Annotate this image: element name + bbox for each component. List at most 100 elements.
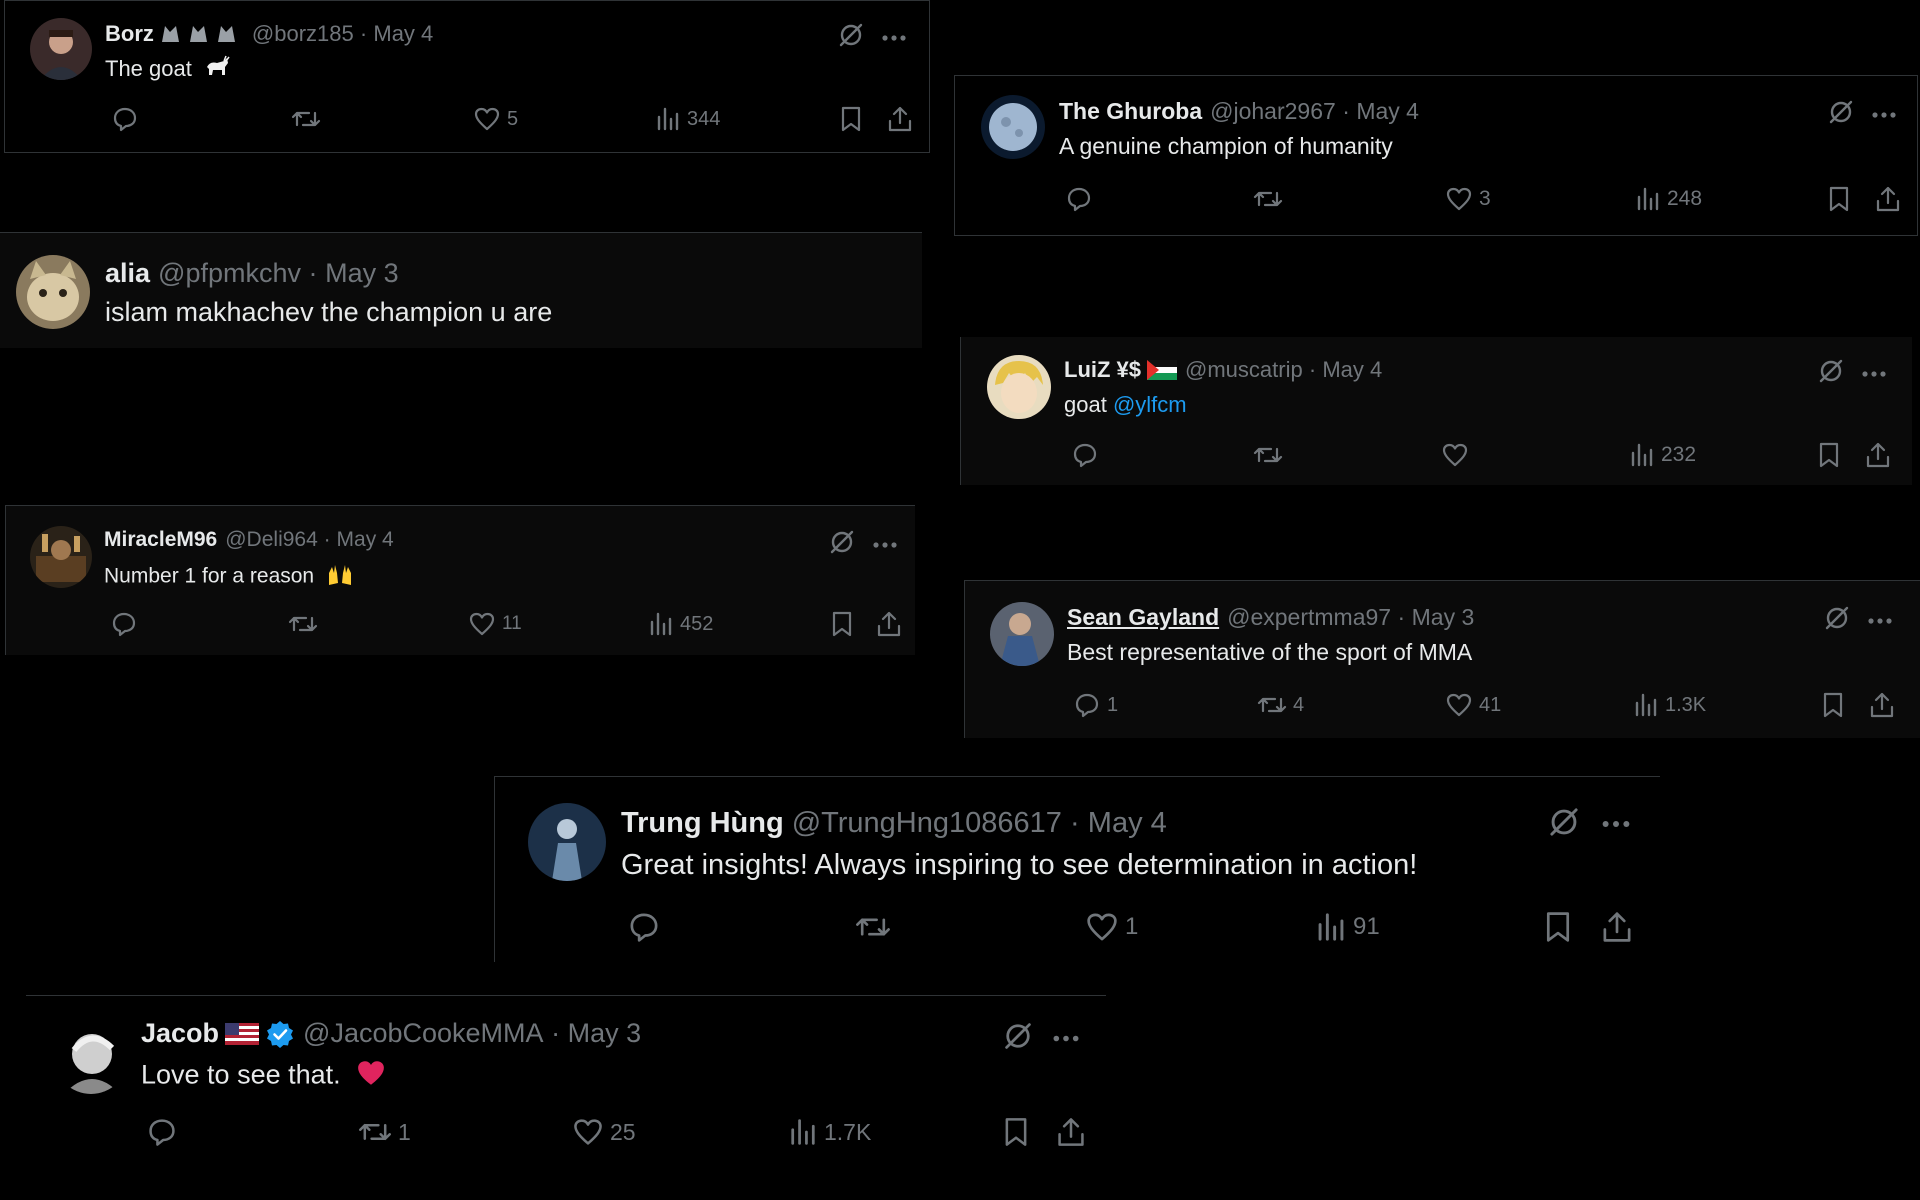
views-button[interactable]: 248	[1629, 185, 1702, 213]
tweet-card[interactable]: Trung Hùng @TrungHng1086617 · May 4 Grea…	[494, 776, 1660, 962]
share-button[interactable]	[1859, 441, 1891, 469]
like-button[interactable]: 3	[1439, 185, 1491, 213]
display-name[interactable]: Borz	[105, 21, 154, 47]
handle[interactable]: @pfpmkchv	[158, 258, 301, 289]
handle[interactable]: @JacobCookeMMA	[303, 1018, 544, 1049]
handle[interactable]: @borz185	[252, 21, 354, 47]
grok-icon[interactable]	[1002, 1020, 1034, 1057]
grok-icon[interactable]	[1817, 357, 1845, 390]
verified-badge-icon[interactable]	[265, 1019, 295, 1049]
mention-link[interactable]: @ylfcm	[1113, 392, 1187, 417]
bookmark-button[interactable]	[996, 1116, 1030, 1148]
display-name[interactable]: Sean Gayland	[1067, 604, 1219, 631]
handle[interactable]: @muscatrip	[1185, 357, 1303, 383]
more-icon[interactable]	[1861, 365, 1887, 383]
grok-icon[interactable]	[1823, 604, 1851, 637]
avatar[interactable]	[987, 355, 1051, 419]
more-icon[interactable]	[1871, 106, 1897, 124]
tweet-card[interactable]: The Ghuroba @johar2967 · May 4 A genuine…	[954, 75, 1918, 236]
avatar[interactable]	[30, 526, 92, 588]
avatar[interactable]	[30, 18, 92, 80]
tweet-card[interactable]: Sean Gayland @expertmma97 · May 3 Best r…	[964, 580, 1920, 738]
display-name[interactable]: The Ghuroba	[1059, 98, 1202, 125]
like-button[interactable]	[1435, 441, 1469, 469]
repost-button[interactable]: 1	[352, 1116, 411, 1148]
repost-button[interactable]: 4	[1251, 691, 1304, 719]
more-icon[interactable]	[872, 536, 898, 554]
reply-button[interactable]	[1059, 185, 1093, 213]
bookmark-button[interactable]	[1537, 910, 1573, 944]
repost-button[interactable]	[849, 910, 891, 944]
views-button[interactable]: 1.7K	[782, 1116, 871, 1148]
repost-icon	[291, 105, 321, 133]
display-name[interactable]: alia	[105, 258, 150, 289]
timestamp[interactable]: May 4	[373, 21, 433, 47]
bookmark-button[interactable]	[1815, 691, 1845, 719]
share-button[interactable]	[1595, 910, 1633, 944]
bookmark-button[interactable]	[824, 610, 854, 638]
timestamp[interactable]: May 4	[1356, 98, 1419, 125]
display-name[interactable]: MiracleM96	[104, 528, 217, 552]
avatar[interactable]	[54, 1020, 128, 1094]
reply-button[interactable]: 1	[1067, 691, 1118, 719]
views-button[interactable]: 232	[1623, 441, 1696, 469]
bookmark-button[interactable]	[1821, 185, 1851, 213]
timestamp[interactable]: May 4	[1322, 357, 1382, 383]
grok-icon[interactable]	[837, 21, 865, 54]
tweet-card[interactable]: Borz @borz185 · May 4 The goat 5 344	[4, 0, 930, 153]
tweet-card[interactable]: alia @pfpmkchv · May 3 islam makhachev t…	[0, 232, 922, 348]
like-button[interactable]: 41	[1439, 691, 1501, 719]
reply-button[interactable]	[1065, 441, 1099, 469]
handle[interactable]: @expertmma97	[1227, 604, 1391, 631]
share-button[interactable]	[1869, 185, 1901, 213]
handle[interactable]: @TrungHng1086617	[792, 807, 1062, 840]
more-icon[interactable]	[1052, 1030, 1080, 1048]
display-name[interactable]: Jacob	[141, 1018, 219, 1049]
avatar[interactable]	[528, 803, 606, 881]
tweet-card[interactable]: Jacob @JacobCookeMMA · May 3 Love to see…	[26, 995, 1106, 1195]
timestamp[interactable]: May 3	[568, 1018, 642, 1049]
handle[interactable]: @johar2967	[1210, 98, 1336, 125]
tweet-card[interactable]: LuiZ ¥$ @muscatrip · May 4 goat @ylfcm 2…	[960, 337, 1912, 485]
repost-button[interactable]	[282, 610, 318, 638]
like-button[interactable]: 25	[566, 1116, 636, 1148]
like-button[interactable]: 11	[462, 610, 522, 638]
reply-button[interactable]	[104, 610, 138, 638]
reply-button[interactable]	[140, 1116, 178, 1148]
timestamp[interactable]: May 3	[325, 258, 399, 289]
repost-button[interactable]	[1247, 441, 1283, 469]
more-icon[interactable]	[881, 29, 907, 47]
repost-button[interactable]	[1247, 185, 1283, 213]
views-button[interactable]: 452	[642, 610, 713, 638]
like-button[interactable]: 1	[1079, 910, 1138, 944]
timestamp[interactable]: May 3	[1412, 604, 1475, 631]
reply-button[interactable]	[621, 910, 661, 944]
grok-icon[interactable]	[1827, 98, 1855, 131]
more-icon[interactable]	[1601, 816, 1631, 834]
display-name[interactable]: Trung Hùng	[621, 807, 784, 840]
share-button[interactable]	[1863, 691, 1895, 719]
timestamp[interactable]: May 4	[1088, 807, 1167, 840]
avatar[interactable]	[16, 255, 90, 329]
more-icon[interactable]	[1867, 612, 1893, 630]
avatar[interactable]	[990, 602, 1054, 666]
bookmark-button[interactable]	[833, 105, 863, 133]
views-button[interactable]: 1.3K	[1627, 691, 1706, 719]
avatar[interactable]	[981, 95, 1045, 159]
share-button[interactable]	[881, 105, 913, 133]
bookmark-icon	[1827, 185, 1851, 213]
grok-icon[interactable]	[1547, 805, 1581, 844]
views-button[interactable]: 91	[1309, 910, 1380, 944]
reply-button[interactable]	[105, 105, 139, 133]
share-button[interactable]	[1050, 1116, 1086, 1148]
grok-icon[interactable]	[828, 528, 856, 561]
timestamp[interactable]: May 4	[337, 528, 394, 552]
tweet-card[interactable]: MiracleM96 @Deli964 · May 4 Number 1 for…	[5, 505, 915, 655]
views-button[interactable]: 344	[649, 105, 720, 133]
like-button[interactable]: 5	[467, 105, 518, 133]
share-button[interactable]	[870, 610, 902, 638]
handle[interactable]: @Deli964	[225, 528, 318, 552]
display-name[interactable]: LuiZ ¥$	[1064, 357, 1141, 383]
repost-button[interactable]	[285, 105, 321, 133]
bookmark-button[interactable]	[1811, 441, 1841, 469]
